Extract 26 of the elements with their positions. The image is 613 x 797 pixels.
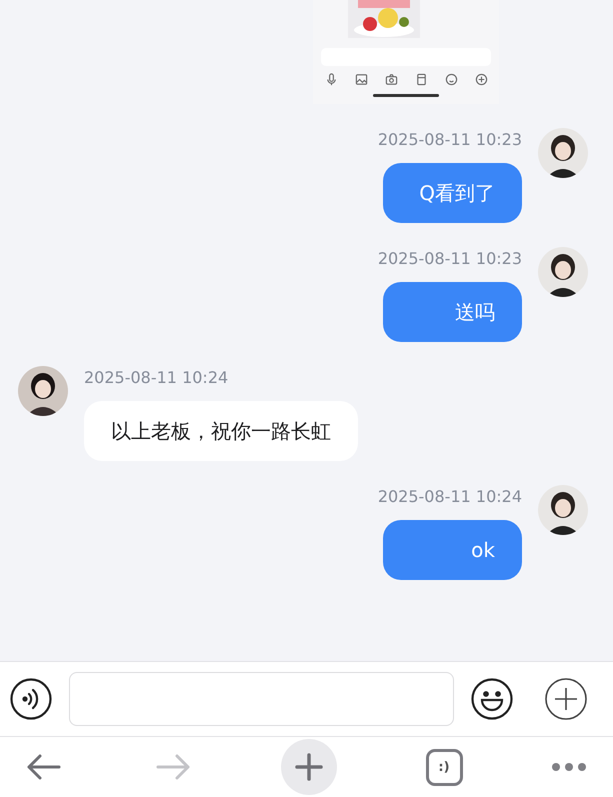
voice-icon[interactable] — [10, 678, 52, 720]
tabs-button[interactable]: :) — [426, 748, 462, 786]
message-time: 2025-08-11 10:24 — [84, 367, 228, 389]
more-icon[interactable] — [551, 762, 587, 772]
message-time: 2025-08-11 10:23 — [378, 129, 522, 151]
message-input-field[interactable] — [69, 672, 454, 726]
smiley-icon — [444, 73, 458, 86]
plus-icon — [474, 73, 488, 86]
plus-icon[interactable] — [545, 678, 587, 720]
image-icon — [354, 73, 368, 86]
microphone-icon — [324, 73, 338, 86]
avatar[interactable] — [538, 247, 588, 297]
message-bubble: ok — [383, 520, 522, 580]
avatar[interactable] — [538, 485, 588, 535]
plus-icon[interactable] — [295, 753, 323, 781]
home-indicator — [373, 94, 439, 97]
card-icon — [414, 73, 428, 86]
camera-icon — [384, 73, 398, 86]
message-bubble: 以上老板，祝你一路长虹 — [84, 401, 358, 461]
message-bubble: 送吗 — [383, 282, 522, 342]
avatar[interactable] — [18, 366, 68, 416]
message-time: 2025-08-11 10:24 — [378, 486, 522, 508]
message-time: 2025-08-11 10:23 — [378, 248, 522, 270]
avatar[interactable] — [538, 128, 588, 178]
message-bubble: Q看到了 — [383, 163, 522, 223]
smiley-icon[interactable] — [471, 678, 513, 720]
